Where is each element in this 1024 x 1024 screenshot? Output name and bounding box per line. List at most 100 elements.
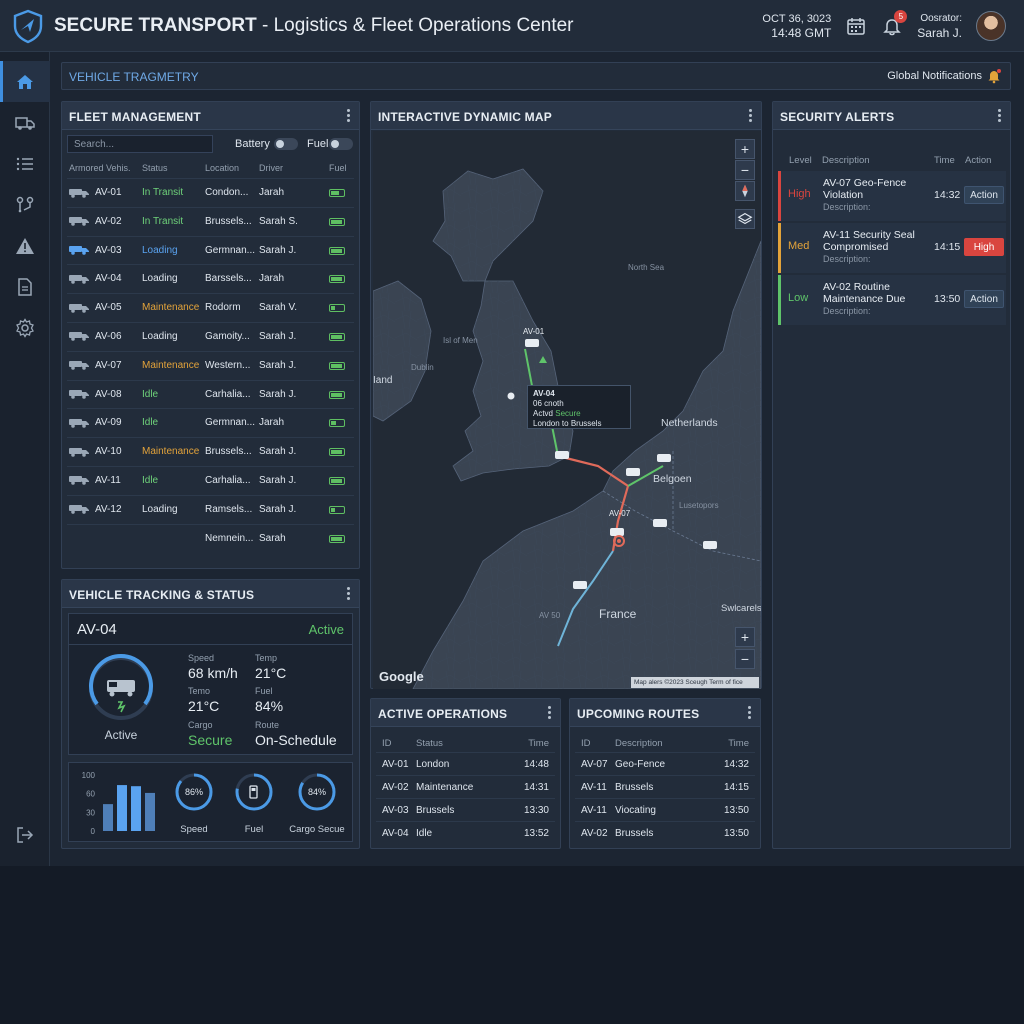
alert-row[interactable]: High AV-07 Geo-Fence Violation Description:… [778, 171, 1006, 221]
global-notifications-link[interactable]: Global Notifications [887, 70, 982, 82]
bell-icon[interactable] [986, 68, 1002, 84]
table-row[interactable]: AV-01 London 14:48 [376, 752, 555, 775]
battery-toggle[interactable] [274, 138, 298, 150]
table-row[interactable]: AV-02 Maintenance 14:31 [376, 775, 555, 798]
alert-action-button[interactable]: Action [964, 186, 1004, 204]
alert-action-button[interactable]: High [964, 238, 1004, 256]
sidebar-item-home[interactable] [0, 61, 50, 102]
col-description: Description [822, 155, 870, 166]
kebab-menu-icon[interactable] [345, 587, 351, 601]
col-driver[interactable]: Driver [259, 163, 309, 173]
kebab-menu-icon[interactable] [546, 706, 552, 720]
kebab-menu-icon[interactable] [746, 706, 752, 720]
table-row[interactable]: AV-06 Loading Gamoity... Sarah J. [67, 321, 354, 351]
table-row[interactable]: Nemnein... Sarah [67, 523, 354, 553]
panel-header: SECURITY ALERTS [773, 102, 1010, 130]
table-row[interactable]: AV-02 In Transit Brussels... Sarah S. [67, 206, 354, 236]
table-row[interactable]: AV-03 Loading Germnan... Sarah J. [67, 235, 354, 265]
sidebar-item-settings[interactable] [0, 307, 50, 348]
gauge-label: Active [104, 728, 138, 742]
sidebar-item-logout[interactable] [0, 814, 50, 855]
security-alerts-panel: SECURITY ALERTS Level Description Time A… [772, 101, 1011, 849]
col-vehicle[interactable]: Armored Vehis. [69, 163, 139, 173]
driver-cell: Sarah J. [259, 359, 297, 371]
map-label-north-sea: North Sea [628, 263, 665, 272]
alert-sub: Description: [823, 306, 871, 316]
notifications-button[interactable]: 5 [881, 10, 908, 37]
col-time: Time [528, 738, 549, 749]
table-row[interactable]: AV-12 Loading Ramsels... Sarah J. [67, 494, 354, 524]
truck-icon [69, 476, 89, 486]
vehicle-tracking-panel: VEHICLE TRACKING & STATUS AV-04 Active A… [61, 579, 360, 849]
header: SECURE TRANSPORT - Logistics & Fleet Ope… [0, 0, 1024, 52]
table-row[interactable]: AV-07 Maintenance Western... Sarah J. [67, 350, 354, 380]
compass-button[interactable] [735, 181, 755, 201]
panel-title: INTERACTIVE DYNAMIC MAP [378, 110, 552, 124]
col-fuel[interactable]: Fuel [329, 163, 351, 173]
telemetry-label: VEHICLE TRAGMETRY [69, 70, 199, 84]
zoom-out-button-lower[interactable]: − [735, 649, 755, 669]
table-row[interactable]: AV-01 In Transit Condon... Jarah [67, 178, 354, 207]
vehicle-id: AV-05 [95, 302, 122, 314]
table-row[interactable]: AV-08 Idle Carhalia... Sarah J. [67, 379, 354, 409]
sidebar-item-list[interactable] [0, 143, 50, 184]
ring-label: Cargo Secue [289, 824, 344, 835]
table-row[interactable]: AV-02 Brussels 13:50 [575, 821, 755, 844]
kebab-menu-icon[interactable] [345, 109, 351, 123]
table-row[interactable]: AV-04 Loading Barssels... Jarah [67, 264, 354, 293]
vehicle-cell: AV-08 [69, 389, 139, 400]
map-marker-av07[interactable]: AV-07 [609, 509, 630, 518]
table-row[interactable]: AV-04 Idle 13:52 [376, 821, 555, 844]
sidebar-item-alerts[interactable] [0, 225, 50, 266]
fleet-toolbar: Battery Fuel [67, 135, 354, 155]
truck-icon [69, 390, 89, 399]
bar-chart-bar [145, 792, 155, 831]
sidebar-item-routes[interactable] [0, 184, 50, 225]
kebab-menu-icon[interactable] [996, 109, 1002, 123]
alert-row[interactable]: Med AV-11 Security Seal Compromised Descrip… [778, 223, 1006, 273]
vehicle-cell: AV-11 [69, 475, 139, 486]
col-time: Time [934, 155, 955, 166]
panel-header: INTERACTIVE DYNAMIC MAP [371, 102, 761, 130]
zoom-in-button-lower[interactable]: + [735, 627, 755, 647]
table-row[interactable]: AV-09 Idle Germnan... Jarah [67, 408, 354, 437]
col-location[interactable]: Location [205, 163, 255, 173]
fleet-management-panel: FLEET MANAGEMENT Battery Fuel Armored Ve… [61, 101, 360, 569]
operator-info: Oosrator: Sarah J. [917, 12, 962, 40]
alert-row[interactable]: Low AV-02 Routine Maintenance Due Descripti… [778, 275, 1006, 325]
col-status[interactable]: Status [142, 163, 204, 173]
interactive-map[interactable]: North Sea Isl of Men Iand Dublin Netherl… [373, 131, 761, 689]
table-row[interactable]: AV-07 Geo-Fence 14:32 [575, 752, 755, 775]
alert-action-button[interactable]: Action [964, 290, 1004, 308]
sidebar-item-reports[interactable] [0, 266, 50, 307]
map-credit[interactable]: Map alers ©2023 Sceugh Term of fice [631, 677, 759, 688]
fuel-battery-icon [329, 361, 345, 370]
zoom-out-button[interactable]: − [735, 160, 755, 180]
map-marker-av50[interactable]: AV 50 [539, 611, 560, 620]
avatar[interactable] [976, 11, 1006, 41]
vehicle-id: AV-04 [95, 273, 122, 285]
status-cell: Maintenance [416, 782, 474, 793]
search-input[interactable] [67, 135, 213, 153]
table-row[interactable]: AV-11 Brussels 14:15 [575, 775, 755, 798]
panel-title: FLEET MANAGEMENT [69, 110, 201, 124]
table-row[interactable]: AV-10 Maintenance Brussels... Sarah J. [67, 437, 354, 466]
location-cell: Condon... [205, 187, 249, 198]
sidebar-item-vehicles[interactable] [0, 102, 50, 143]
table-row[interactable]: AV-11 Viocating 13:50 [575, 798, 755, 821]
layers-button[interactable] [735, 209, 755, 229]
truck-icon [69, 274, 89, 284]
calendar-icon[interactable] [845, 15, 867, 37]
zoom-in-button[interactable]: + [735, 139, 755, 159]
table-row[interactable]: AV-03 Brussels 13:30 [376, 798, 555, 821]
status-cell: Idle [142, 388, 159, 400]
map-marker-av01[interactable]: AV-01 [523, 327, 544, 336]
table-row[interactable]: AV-11 Idle Carhalia... Sarah J. [67, 465, 354, 495]
status-cell: Loading [142, 244, 178, 256]
table-row[interactable]: AV-05 Maintenance Rodorm Sarah V. [67, 293, 354, 322]
kebab-menu-icon[interactable] [747, 109, 753, 123]
fuel-toggle[interactable] [329, 138, 353, 150]
driver-cell: Sarah S. [259, 215, 298, 227]
vehicle-cell: AV-04 [69, 273, 139, 284]
bar-chart-tick: 30 [86, 808, 95, 817]
